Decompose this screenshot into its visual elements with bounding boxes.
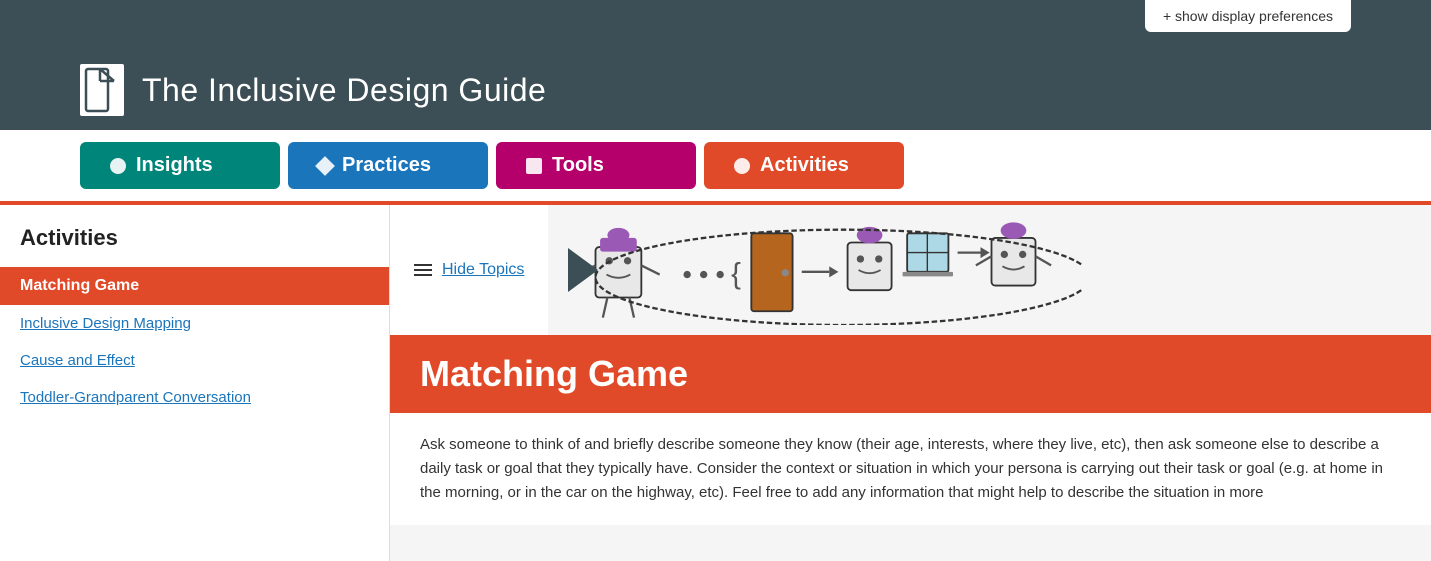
main-content: Activities Matching Game Inclusive Desig… bbox=[0, 201, 1431, 561]
sidebar-item-cause-and-effect[interactable]: Cause and Effect bbox=[0, 342, 389, 379]
tab-practices-label: Practices bbox=[342, 154, 431, 177]
content-heading: Matching Game bbox=[390, 335, 1431, 413]
activities-icon bbox=[734, 158, 750, 174]
top-bar: + show display preferences bbox=[0, 0, 1431, 50]
site-logo bbox=[80, 64, 124, 116]
sidebar-item-inclusive-design-mapping[interactable]: Inclusive Design Mapping bbox=[0, 305, 389, 342]
body-text: Ask someone to think of and briefly desc… bbox=[420, 433, 1401, 505]
tab-insights[interactable]: Insights bbox=[80, 142, 280, 189]
nav-tabs: Insights Practices Tools Activities bbox=[0, 130, 1431, 201]
page-title: Matching Game bbox=[420, 353, 1401, 395]
sidebar-item-toddler-grandparent[interactable]: Toddler-Grandparent Conversation bbox=[0, 379, 389, 416]
tab-activities[interactable]: Activities bbox=[704, 142, 904, 189]
site-header: The Inclusive Design Guide bbox=[0, 50, 1431, 130]
hide-topics-label: Hide Topics bbox=[442, 261, 524, 279]
arrow-right-icon bbox=[568, 248, 598, 292]
sidebar-title: Activities bbox=[0, 225, 389, 267]
tools-icon bbox=[526, 158, 542, 174]
sidebar-item-matching-game[interactable]: Matching Game bbox=[0, 267, 389, 305]
hide-topics-button[interactable]: Hide Topics bbox=[390, 247, 548, 293]
tab-insights-label: Insights bbox=[136, 154, 213, 177]
content-body: Ask someone to think of and briefly desc… bbox=[390, 413, 1431, 525]
tab-activities-label: Activities bbox=[760, 154, 849, 177]
tab-tools[interactable]: Tools bbox=[496, 142, 696, 189]
show-prefs-button[interactable]: + show display preferences bbox=[1145, 0, 1351, 32]
svg-text:{: { bbox=[732, 258, 742, 291]
site-title: The Inclusive Design Guide bbox=[142, 72, 546, 109]
insights-icon bbox=[110, 158, 126, 174]
illustration-area: { bbox=[548, 205, 1101, 335]
matching-game-illustration: { bbox=[568, 215, 1081, 325]
hamburger-icon bbox=[414, 264, 432, 276]
sidebar: Activities Matching Game Inclusive Desig… bbox=[0, 205, 390, 561]
practices-icon bbox=[315, 156, 335, 176]
tab-tools-label: Tools bbox=[552, 154, 604, 177]
tab-practices[interactable]: Practices bbox=[288, 142, 488, 189]
content-area: Hide Topics bbox=[390, 205, 1431, 561]
